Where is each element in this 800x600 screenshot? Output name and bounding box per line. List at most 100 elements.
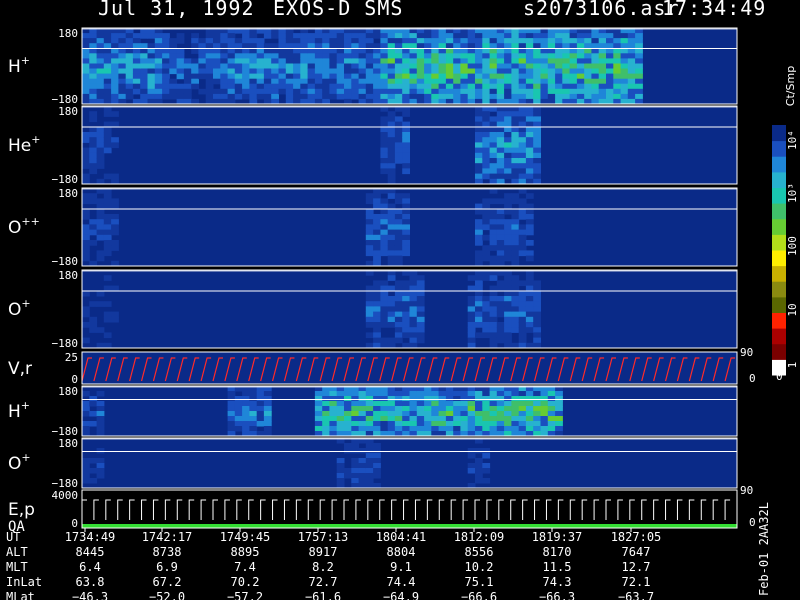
spectrogram-cell bbox=[307, 58, 316, 64]
spectrogram-cell bbox=[504, 396, 512, 402]
spectrogram-cell bbox=[394, 285, 403, 292]
spectrogram-cell bbox=[96, 63, 105, 70]
row-value: 6.4 bbox=[79, 560, 101, 574]
spectrogram-cell bbox=[489, 63, 498, 70]
spectrogram-cell bbox=[489, 132, 498, 138]
spectrogram-cell bbox=[525, 53, 534, 59]
spectrogram-cell bbox=[482, 73, 491, 80]
spectrogram-cell bbox=[424, 38, 432, 44]
spectrogram-cell bbox=[635, 53, 643, 59]
spectrogram-cell bbox=[489, 38, 498, 44]
spectrogram-cell bbox=[314, 93, 323, 100]
y-axis-bottom-label: −180 bbox=[52, 255, 79, 268]
spectrogram-cell bbox=[394, 416, 403, 422]
spectrogram-cell bbox=[453, 416, 461, 422]
spectrogram-cell bbox=[504, 137, 512, 143]
spectrogram-cell bbox=[140, 93, 148, 100]
spectrogram-cell bbox=[438, 391, 447, 397]
spectrogram-cell bbox=[511, 126, 520, 133]
spectrogram-cell bbox=[373, 255, 381, 262]
spectrogram-cell bbox=[234, 88, 243, 95]
spectrogram-cell bbox=[336, 391, 345, 397]
spectrogram-cell bbox=[525, 240, 534, 246]
spectrogram-cell bbox=[242, 421, 250, 427]
spectrogram-cell bbox=[394, 426, 403, 432]
spectrogram-cell bbox=[125, 53, 134, 59]
spectrogram-cell bbox=[234, 68, 243, 75]
spectrogram-cell bbox=[482, 203, 491, 210]
spectrogram-cell bbox=[576, 83, 585, 90]
spectrogram-cell bbox=[511, 240, 520, 246]
spectrogram-cell bbox=[365, 73, 374, 80]
spectrogram-cell bbox=[82, 214, 90, 220]
spectrogram-cell bbox=[533, 137, 541, 143]
spectrogram-cell bbox=[489, 426, 498, 432]
spectrogram-cell bbox=[606, 78, 614, 85]
spectrogram-cell bbox=[205, 73, 214, 80]
spectrogram-cell bbox=[504, 208, 512, 215]
spectrogram-cell bbox=[249, 78, 258, 85]
right-axis-bottom: 0 bbox=[749, 516, 756, 529]
spectrogram-cell bbox=[496, 58, 505, 64]
spectrogram-cell bbox=[591, 68, 600, 75]
spectrogram-cell bbox=[540, 93, 549, 100]
spectrogram-cell bbox=[96, 301, 105, 307]
colorbar-swatch bbox=[772, 156, 786, 173]
spectrogram-cell bbox=[300, 48, 309, 54]
spectrogram-cell bbox=[373, 83, 381, 90]
row-value: −61.6 bbox=[305, 590, 341, 600]
spectrogram-cell bbox=[198, 43, 207, 49]
row-label: MLat bbox=[6, 590, 35, 600]
spectrogram-cell bbox=[336, 53, 345, 59]
spectrogram-cell bbox=[373, 88, 381, 95]
spectrogram-cell bbox=[496, 126, 505, 133]
spectrogram-cell bbox=[125, 48, 134, 54]
spectrogram-cell bbox=[380, 316, 389, 323]
spectrogram-cell bbox=[234, 416, 243, 422]
spectrogram-cell bbox=[314, 78, 323, 85]
spectrogram-cell bbox=[518, 322, 527, 328]
spectrogram-cell bbox=[394, 158, 403, 164]
spectrogram-cell bbox=[365, 285, 374, 292]
spectrogram-cell bbox=[322, 391, 330, 397]
spectrogram-cell bbox=[351, 421, 360, 427]
spectrogram-cell bbox=[511, 306, 520, 313]
colorbar-swatch bbox=[772, 328, 786, 345]
spectrogram-cell bbox=[467, 33, 476, 39]
spectrogram-cell bbox=[387, 337, 396, 344]
spectrogram-cell bbox=[416, 416, 425, 422]
spectrogram-cell bbox=[394, 396, 403, 402]
spectrogram-cell bbox=[540, 411, 549, 417]
spectrogram-cell bbox=[518, 142, 527, 149]
spectrogram-cell bbox=[154, 43, 163, 49]
panel-he-: 180−180He+ bbox=[8, 105, 738, 186]
spectrogram-cell bbox=[293, 48, 301, 54]
row-value: 11.5 bbox=[543, 560, 572, 574]
spectrogram-cell bbox=[278, 58, 287, 64]
spectrogram-cell bbox=[125, 33, 134, 39]
spectrogram-cell bbox=[351, 406, 360, 412]
spectrogram-cell bbox=[111, 53, 119, 59]
spectrogram-cell bbox=[329, 396, 338, 402]
spectrogram-cell bbox=[358, 38, 367, 44]
spectrogram-cell bbox=[358, 33, 367, 39]
spectrogram-cell bbox=[467, 463, 476, 469]
spectrogram-cell bbox=[416, 68, 425, 75]
spectrogram-cell bbox=[293, 88, 301, 95]
spectrogram-cell bbox=[365, 453, 374, 459]
spectrogram-cell bbox=[424, 33, 432, 39]
spectrogram-cell bbox=[467, 53, 476, 59]
spectrogram-cell bbox=[409, 63, 418, 70]
spectrogram-cell bbox=[533, 88, 541, 95]
spectrogram-cell bbox=[387, 152, 396, 159]
spectrogram-cell bbox=[336, 88, 345, 95]
spectrogram-cell bbox=[467, 426, 476, 432]
spectrogram-cell bbox=[111, 68, 119, 75]
spectrogram-cell bbox=[89, 68, 98, 75]
spectrogram-cell bbox=[249, 33, 258, 39]
spectrogram-cell bbox=[555, 391, 563, 397]
spectrogram-cell bbox=[365, 78, 374, 85]
spectrogram-cell bbox=[394, 240, 403, 246]
spectrogram-cell bbox=[467, 337, 476, 344]
spectrogram-cell bbox=[205, 88, 214, 95]
